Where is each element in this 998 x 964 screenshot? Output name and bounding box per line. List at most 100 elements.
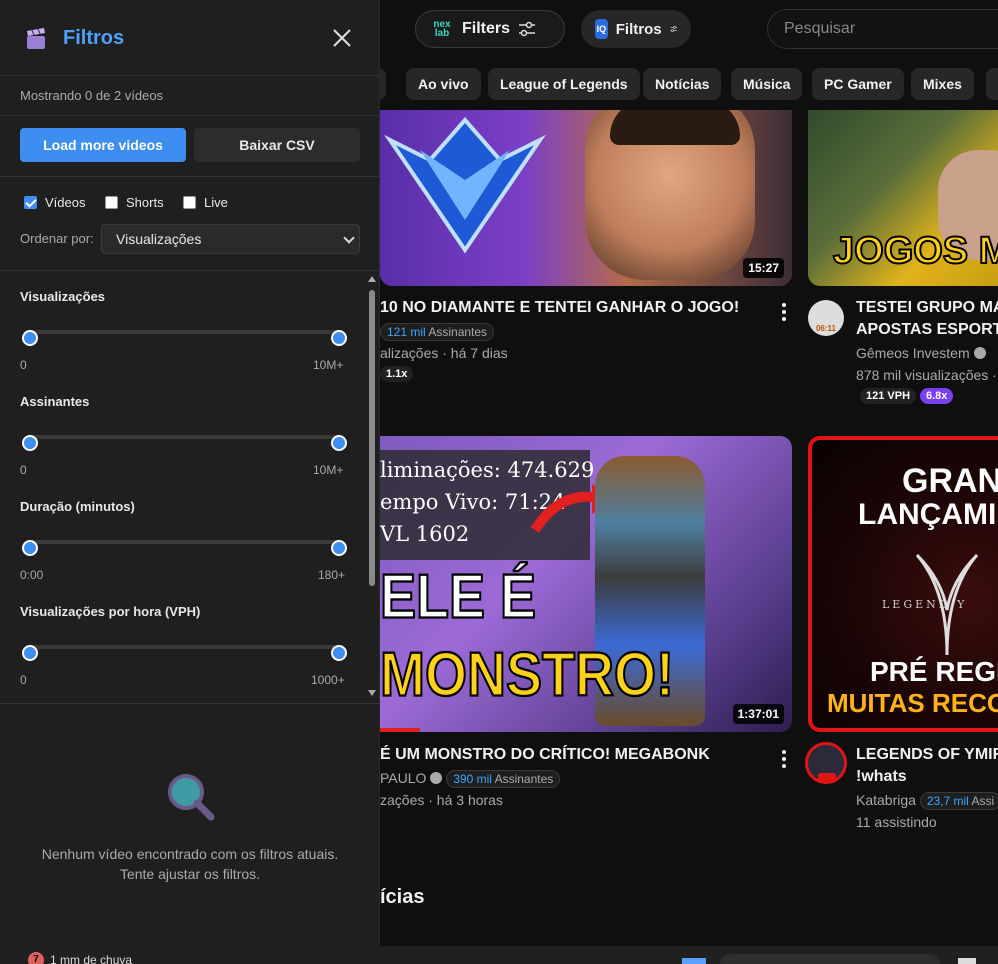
range-track[interactable] bbox=[30, 330, 339, 334]
range-handle-max[interactable] bbox=[331, 540, 347, 556]
subs-count: 23,7 mil bbox=[926, 794, 969, 808]
range-handle-max[interactable] bbox=[331, 645, 347, 661]
video-card[interactable]: liminações: 474.629 empo Vivo: 71:24 VL … bbox=[380, 436, 792, 816]
sliders-icon bbox=[519, 21, 536, 37]
range-handle-min[interactable] bbox=[22, 645, 38, 661]
type-checkbox-videos[interactable]: Vídeos bbox=[24, 195, 85, 210]
range-track[interactable] bbox=[30, 540, 339, 544]
filtros-extension-label: Filtros bbox=[615, 20, 662, 38]
range-handle-max[interactable] bbox=[331, 330, 347, 346]
video-title[interactable]: 10 NO DIAMANTE E TENTEI GANHAR O JOGO! bbox=[380, 297, 739, 319]
panel-title: Filtros bbox=[63, 27, 125, 49]
taskbar-app-icon[interactable] bbox=[958, 958, 976, 964]
thumb-stat-3: VL 1602 bbox=[380, 522, 470, 546]
clapperboard-icon bbox=[27, 28, 45, 49]
divider bbox=[0, 270, 380, 271]
filters-scrollbar[interactable] bbox=[368, 276, 376, 696]
type-checkbox-live[interactable]: Live bbox=[183, 195, 228, 210]
filters-extension-button[interactable]: nex lab Filters bbox=[415, 10, 565, 48]
filter-title-duration: Duração (minutos) bbox=[20, 499, 135, 514]
download-csv-button[interactable]: Baixar CSV bbox=[194, 128, 360, 162]
ratio-badge: 6.8x bbox=[920, 388, 954, 404]
chip-mixes[interactable]: Mixes bbox=[911, 68, 974, 100]
video-thumbnail[interactable]: GRAN LANÇAMI LEGEND Y PRÉ REGIS MUITAS R… bbox=[808, 436, 998, 732]
range-min-label: 0 bbox=[20, 358, 27, 372]
video-thumbnail[interactable]: liminações: 474.629 empo Vivo: 71:24 VL … bbox=[380, 436, 792, 732]
sort-select[interactable]: Visualizações bbox=[101, 224, 360, 254]
ymir-logo-icon bbox=[915, 553, 979, 656]
thumb-big-text-2: MONSTRO! bbox=[380, 639, 675, 710]
range-handle-max[interactable] bbox=[331, 435, 347, 451]
sort-value: Visualizações bbox=[116, 231, 202, 247]
thumb-big-text-1: ELE É bbox=[380, 561, 537, 632]
nexlab-logo-icon: nex lab bbox=[433, 19, 451, 39]
channel-name[interactable]: Katabriga bbox=[856, 792, 916, 808]
thumb-text-2: LANÇAMI bbox=[858, 498, 997, 531]
chip-noticias[interactable]: Notícias bbox=[643, 68, 722, 100]
category-chips: s Ao vivo League of Legends Notícias Mús… bbox=[368, 60, 998, 110]
range-track[interactable] bbox=[30, 645, 339, 649]
channel-avatar-live[interactable] bbox=[805, 742, 847, 784]
range-handle-min[interactable] bbox=[22, 330, 38, 346]
empty-state-line2: Tente ajustar os filtros. bbox=[119, 866, 261, 882]
more-options-icon[interactable] bbox=[782, 303, 786, 324]
channel-name-row[interactable]: Gêmeos Investem bbox=[856, 345, 986, 361]
checkbox[interactable] bbox=[105, 196, 118, 209]
video-title-line1[interactable]: LEGENDS OF YMIR bbox=[856, 744, 998, 766]
video-thumbnail[interactable]: 15:27 bbox=[380, 110, 792, 286]
video-title-line1[interactable]: TESTEI GRUPO MAN bbox=[856, 297, 998, 319]
scroll-thumb[interactable] bbox=[369, 290, 375, 586]
start-icon[interactable] bbox=[682, 958, 706, 964]
channel-name[interactable]: Gêmeos Investem bbox=[856, 345, 970, 361]
filter-title-vph: Visualizações por hora (VPH) bbox=[20, 604, 201, 619]
video-meta: zações · há 3 horas bbox=[380, 792, 503, 808]
chip-more[interactable] bbox=[986, 68, 998, 100]
range-handle-min[interactable] bbox=[22, 540, 38, 556]
video-title[interactable]: É UM MONSTRO DO CRÍTICO! MEGABONK bbox=[380, 744, 710, 766]
video-meta: 878 mil visualizações · bbox=[856, 367, 997, 383]
filtros-extension-button[interactable]: IQ Filtros bbox=[581, 10, 691, 48]
divider bbox=[0, 703, 380, 704]
search-input[interactable]: Pesquisar bbox=[767, 9, 998, 49]
chip-league-of-legends[interactable]: League of Legends bbox=[488, 68, 640, 100]
thumb-stat-1: liminações: 474.629 bbox=[380, 458, 595, 482]
panel-header: Filtros bbox=[0, 0, 380, 76]
channel-avatar[interactable]: 06:11 bbox=[808, 300, 844, 336]
scroll-down-arrow-icon[interactable] bbox=[368, 690, 376, 696]
load-more-button[interactable]: Load more videos bbox=[20, 128, 186, 162]
video-card[interactable]: 15:27 10 NO DIAMANTE E TENTEI GANHAR O J… bbox=[380, 110, 792, 400]
video-title-line2[interactable]: APOSTAS ESPORTIV bbox=[856, 319, 998, 341]
more-options-icon[interactable] bbox=[782, 750, 786, 771]
chip-ao-vivo[interactable]: Ao vivo bbox=[406, 68, 481, 100]
subs-word: Assinantes bbox=[494, 772, 554, 786]
type-checkbox-shorts[interactable]: Shorts bbox=[105, 195, 164, 210]
chip-pc-gamer[interactable]: PC Gamer bbox=[812, 68, 904, 100]
vph-badge: 121 VPH bbox=[860, 388, 917, 404]
iq-logo-icon: IQ bbox=[595, 19, 608, 39]
section-title: ícias bbox=[380, 886, 425, 908]
weather-badge: 7 bbox=[28, 952, 44, 964]
video-meta: alizações · há 7 dias bbox=[380, 345, 508, 361]
watch-progress-bar bbox=[380, 728, 420, 732]
subs-badge: 390 mil Assinantes bbox=[446, 770, 561, 788]
channel-name[interactable]: PAULO bbox=[380, 770, 426, 786]
video-card[interactable]: GRAN LANÇAMI LEGEND Y PRÉ REGIS MUITAS R… bbox=[805, 436, 998, 836]
close-icon[interactable] bbox=[330, 26, 354, 50]
weather-widget[interactable]: 7 1 mm de chuva bbox=[28, 952, 132, 964]
divider bbox=[0, 115, 380, 116]
video-card[interactable]: JOGOS M 06:11 TESTEI GRUPO MAN APOSTAS E… bbox=[808, 110, 998, 410]
video-thumbnail[interactable]: JOGOS M bbox=[808, 110, 998, 286]
empty-state-text: Nenhum vídeo encontrado com os filtros a… bbox=[0, 844, 380, 884]
video-title-line2[interactable]: !whats bbox=[856, 766, 907, 788]
thumb-text-1: GRAN bbox=[902, 462, 998, 500]
checkbox-checked[interactable] bbox=[24, 196, 37, 209]
range-track[interactable] bbox=[30, 435, 339, 439]
sort-label: Ordenar por: bbox=[20, 231, 94, 246]
chip-musica[interactable]: Música bbox=[731, 68, 803, 100]
scroll-up-arrow-icon[interactable] bbox=[368, 276, 376, 282]
range-max-label: 10M+ bbox=[313, 463, 344, 477]
channel-row: 121 mil Assinantes bbox=[380, 323, 495, 341]
checkbox[interactable] bbox=[183, 196, 196, 209]
taskbar-search[interactable] bbox=[720, 954, 940, 964]
range-handle-min[interactable] bbox=[22, 435, 38, 451]
